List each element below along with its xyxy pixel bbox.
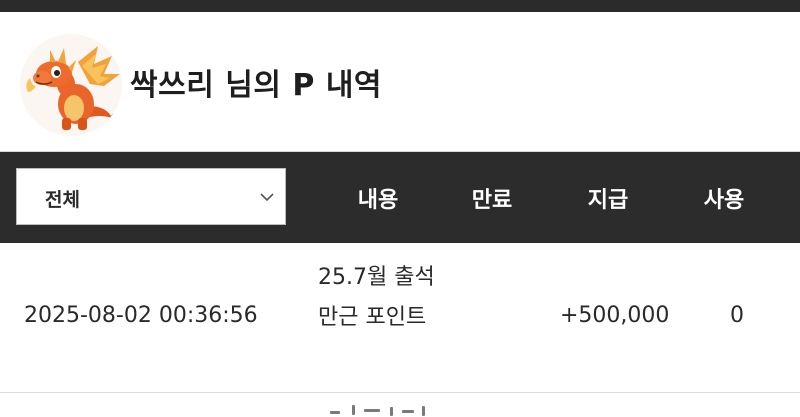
next-table-row-partial [0, 393, 800, 417]
column-header-give: 지급 [587, 188, 629, 213]
dragon-mascot-icon [26, 46, 120, 130]
avatar [20, 34, 122, 136]
top-status-bar [0, 0, 800, 12]
cropped-row-text [330, 403, 450, 417]
column-header-use: 사용 [703, 188, 745, 213]
table-header: 전체 내용 만료 지급 사용 [0, 152, 800, 243]
row-content: 25.7월 출석 만근 포인트 [318, 265, 435, 330]
column-header-content: 내용 [357, 188, 399, 213]
filter-selected-value: 전체 [45, 189, 80, 211]
chevron-down-icon [260, 193, 274, 202]
row-use-amount: 0 [730, 303, 744, 328]
page-header: 싹쓰리 님의 P 내역 [0, 12, 800, 152]
filter-dropdown[interactable]: 전체 [16, 168, 286, 225]
row-date: 2025-08-02 00:36:56 [24, 303, 258, 328]
column-header-expire: 만료 [471, 188, 513, 213]
page-title: 싹쓰리 님의 P 내역 [130, 68, 383, 103]
row-give-amount: +500,000 [560, 303, 670, 328]
table-row: 2025-08-02 00:36:56 25.7월 출석 만근 포인트 +500… [0, 243, 800, 392]
